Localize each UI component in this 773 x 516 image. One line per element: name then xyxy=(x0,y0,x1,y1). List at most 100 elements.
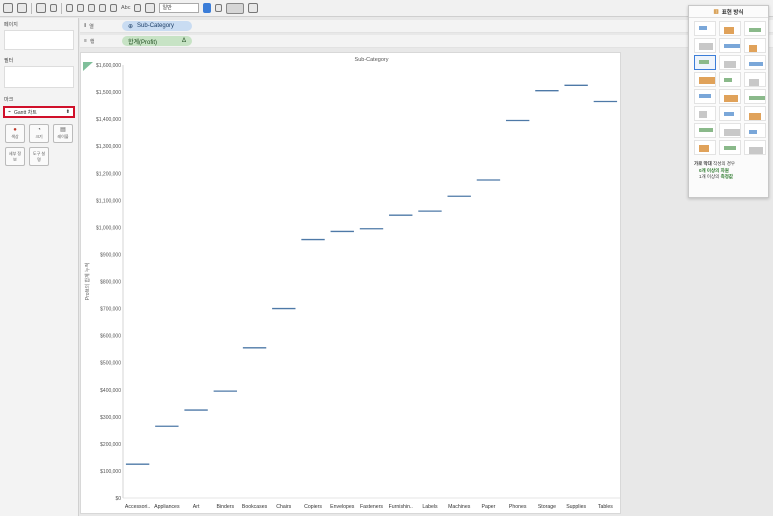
show-me-chart-option-icon[interactable] xyxy=(719,106,741,121)
thumbnail-glyph xyxy=(724,27,734,34)
device-preview-icon[interactable] xyxy=(248,3,259,13)
fixed-axes-icon[interactable] xyxy=(134,4,142,12)
filters-card-title: 필터 xyxy=(4,58,14,64)
thumbnail-glyph xyxy=(699,60,709,64)
show-me-chart-option-icon[interactable] xyxy=(694,38,716,53)
show-me-header[interactable]: ▥ 표현 방식 xyxy=(689,6,768,18)
x-category-label: Phones xyxy=(509,504,527,510)
thumbnail-glyph xyxy=(699,77,715,84)
fit-icon[interactable] xyxy=(145,3,156,13)
swap-icon[interactable] xyxy=(66,4,73,12)
show-me-chart-option-icon[interactable] xyxy=(744,140,766,155)
thumbnail-glyph xyxy=(699,128,713,132)
save-icon[interactable] xyxy=(36,3,46,13)
columns-shelf[interactable]: ⦀ 열 ⊕ Sub-Category xyxy=(80,20,773,33)
left-panel: 페이지 필터 마크 ⌁ Gantt 차트 ⬍ ● 색상 ◔ 크기 ▤ 레이블 세… xyxy=(0,18,79,516)
show-me-chart-option-icon[interactable] xyxy=(694,123,716,138)
show-me-chart-option-icon[interactable] xyxy=(719,55,741,70)
marks-type-select[interactable]: ⌁ Gantt 차트 ⬍ xyxy=(3,106,75,118)
refresh-icon[interactable] xyxy=(50,4,57,12)
chart-type-icon[interactable] xyxy=(17,3,27,13)
thumbnail-glyph xyxy=(724,44,740,48)
highlight-icon[interactable] xyxy=(99,4,106,12)
show-me-chart-option-icon[interactable] xyxy=(694,55,716,70)
y-tick-label: $400,000 xyxy=(100,388,121,394)
size-button-label: 크기 xyxy=(35,134,43,139)
thumbnail-glyph xyxy=(749,96,765,100)
rows-icon: ≡ xyxy=(84,38,87,44)
profit-sum-pill[interactable]: 합계(Profit) Δ xyxy=(122,36,192,46)
show-me-chart-option-icon[interactable] xyxy=(719,72,741,87)
x-category-label: Binders xyxy=(217,504,235,510)
tooltip-button[interactable]: 도구 설명 xyxy=(29,147,49,166)
show-me-chart-option-icon[interactable] xyxy=(719,123,741,138)
show-me-chart-option-icon[interactable] xyxy=(694,106,716,121)
toolbar-divider xyxy=(31,2,32,14)
fit-dropdown-icon[interactable] xyxy=(203,3,212,13)
thumbnail-glyph xyxy=(699,26,707,30)
x-category-label: Tables xyxy=(598,504,613,510)
x-category-label: Accessori.. xyxy=(125,504,150,510)
show-me-hint: 가로 막대 작성의 경우 0개 이상의 차원 1개 이상의 측정값 xyxy=(689,158,768,184)
y-tick-label: $1,500,000 xyxy=(96,90,121,96)
detail-button[interactable]: 세부 정보 xyxy=(5,147,25,166)
x-category-label: Labels xyxy=(422,504,438,510)
sub-category-pill[interactable]: ⊕ Sub-Category xyxy=(122,21,192,31)
label-button-label: 레이블 xyxy=(57,134,69,139)
fit-select[interactable]: 일반 xyxy=(159,3,200,13)
rows-label-text: 행 xyxy=(89,38,95,45)
label-button[interactable]: ▤ 레이블 xyxy=(53,124,73,143)
size-button[interactable]: ◔ 크기 xyxy=(29,124,49,143)
show-me-chart-option-icon[interactable] xyxy=(744,123,766,138)
show-me-chart-option-icon[interactable] xyxy=(694,21,716,36)
hint-chart-name: 가로 막대 xyxy=(694,161,712,166)
x-category-label: Appliances xyxy=(154,504,180,510)
pen-tool-button[interactable] xyxy=(226,2,245,14)
group-icon[interactable] xyxy=(110,4,117,12)
sort-ascending-icon[interactable] xyxy=(77,4,84,12)
show-me-chart-option-icon[interactable] xyxy=(744,21,766,36)
show-me-chart-option-icon[interactable] xyxy=(744,55,766,70)
show-me-panel: ▥ 표현 방식 가로 막대 작성의 경우 0개 이상의 차원 1개 이상의 측정… xyxy=(688,5,769,198)
show-me-chart-option-icon[interactable] xyxy=(694,89,716,104)
filters-shelf[interactable] xyxy=(4,66,74,88)
thumbnail-glyph xyxy=(749,45,757,52)
show-me-chart-option-icon[interactable] xyxy=(719,21,741,36)
show-labels-button[interactable]: Abc xyxy=(121,5,130,11)
sort-descending-icon[interactable] xyxy=(88,4,95,12)
show-me-chart-option-icon[interactable] xyxy=(744,89,766,104)
chevron-updown-icon: ⬍ xyxy=(65,109,70,115)
rows-shelf[interactable]: ≡ 행 합계(Profit) Δ xyxy=(80,35,773,48)
thumbnail-glyph xyxy=(724,95,738,102)
table-calc-delta-icon: Δ xyxy=(181,38,186,44)
thumbnail-glyph xyxy=(749,62,763,66)
gantt-chart: Sub-Category $0 $100,000 $200,000 $300,000 $4… xyxy=(83,57,620,510)
show-me-chart-option-icon[interactable] xyxy=(694,72,716,87)
show-me-chart-option-icon[interactable] xyxy=(694,140,716,155)
show-me-chart-option-icon[interactable] xyxy=(744,72,766,87)
thumbnail-glyph xyxy=(749,113,761,120)
presentation-icon[interactable] xyxy=(215,4,223,12)
detail-button-label: 세부 정보 xyxy=(8,150,22,162)
show-me-chart-option-icon[interactable] xyxy=(744,106,766,121)
x-category-label: Storage xyxy=(538,504,556,510)
show-me-chart-option-icon[interactable] xyxy=(719,38,741,53)
y-tick-label: $1,600,000 xyxy=(96,63,121,69)
color-button-label: 색상 xyxy=(11,134,19,139)
thumbnail-glyph xyxy=(724,78,732,82)
x-category-label: Fasteners xyxy=(360,504,383,510)
show-me-chart-option-icon[interactable] xyxy=(744,38,766,53)
color-button[interactable]: ● 색상 xyxy=(5,124,25,143)
show-start-icon[interactable] xyxy=(3,3,13,13)
thumbnail-glyph xyxy=(699,145,709,152)
show-me-chart-option-icon[interactable] xyxy=(719,140,741,155)
pages-shelf[interactable] xyxy=(4,30,74,50)
thumbnail-glyph xyxy=(724,112,734,116)
show-me-chart-option-icon[interactable] xyxy=(719,89,741,104)
y-tick-label: $600,000 xyxy=(100,334,121,340)
columns-shelf-label: ⦀ 열 xyxy=(80,23,122,30)
y-tick-label: $500,000 xyxy=(100,361,121,367)
hint-dimensions: 0개 이상의 차원 xyxy=(699,167,729,173)
toolbar-divider xyxy=(61,2,62,14)
thumbnail-glyph xyxy=(749,147,763,154)
